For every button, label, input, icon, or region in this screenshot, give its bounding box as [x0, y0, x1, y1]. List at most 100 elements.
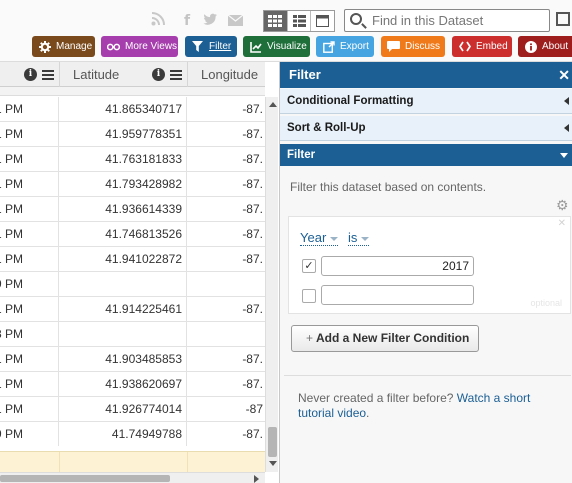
cell-time[interactable]: 1 PM — [0, 222, 59, 247]
column-divider[interactable] — [59, 62, 60, 87]
table-row[interactable]: 1 PM41.914225461-87. — [0, 297, 265, 322]
visualize-button[interactable]: Visualize — [243, 36, 310, 57]
cell-longitude[interactable] — [188, 322, 265, 347]
value-checkbox-empty[interactable] — [302, 289, 316, 303]
cell-time[interactable]: 1 PM — [0, 372, 59, 397]
cell-longitude[interactable]: -87. — [188, 372, 265, 397]
cell-latitude[interactable]: 41.903485853 — [60, 347, 187, 372]
section-filter[interactable]: Filter — [280, 144, 572, 166]
column-header-longitude[interactable]: Longitude — [201, 62, 258, 87]
table-row[interactable]: 1 PM41.936614339-87. — [0, 197, 265, 222]
horizontal-scroll-thumb[interactable] — [0, 475, 170, 482]
embed-button[interactable]: Embed — [452, 36, 512, 57]
cell-latitude[interactable]: 41.914225461 — [60, 297, 187, 322]
email-icon[interactable] — [227, 12, 243, 30]
table-view-icon[interactable] — [264, 11, 288, 31]
cell-latitude[interactable]: 41.936614339 — [60, 197, 187, 222]
cell-longitude[interactable]: -87. — [188, 422, 265, 446]
rss-icon[interactable] — [150, 12, 166, 30]
window-maximize-icon[interactable] — [556, 12, 570, 26]
add-filter-condition-button[interactable]: + Add a New Filter Condition — [291, 325, 479, 352]
cell-longitude[interactable]: -87. — [188, 147, 265, 172]
table-row[interactable]: 9 PM41.74949788-87. — [0, 422, 265, 446]
table-row[interactable]: 1 PM41.793428982-87. — [0, 172, 265, 197]
cell-longitude[interactable]: -87. — [188, 122, 265, 147]
cell-time[interactable]: 1 PM — [0, 122, 59, 147]
twitter-icon[interactable] — [202, 12, 218, 30]
search-input[interactable] — [372, 12, 544, 29]
scroll-down-arrow-icon[interactable] — [269, 461, 277, 466]
table-row[interactable]: 8 PM — [0, 322, 265, 347]
more-views-button[interactable]: More Views — [101, 36, 178, 57]
search-icon[interactable] — [350, 13, 362, 25]
table-row[interactable]: 1 PM41.865340717-87. — [0, 97, 265, 122]
table-row[interactable]: 1 PM41.941022872-87. — [0, 247, 265, 272]
cell-time[interactable]: 9 PM — [0, 272, 59, 297]
cell-latitude[interactable]: 41.746813526 — [60, 222, 187, 247]
column-menu-icon[interactable] — [170, 70, 182, 80]
cell-longitude[interactable]: -87. — [188, 97, 265, 122]
export-button[interactable]: Export — [316, 36, 374, 57]
section-sort-rollup[interactable]: Sort & Roll-Up — [280, 116, 572, 141]
list-view-icon[interactable] — [288, 11, 312, 31]
cell-latitude[interactable]: 41.763181833 — [60, 147, 187, 172]
column-menu-icon[interactable] — [42, 70, 54, 80]
value-input-empty[interactable] — [321, 285, 474, 305]
cell-time[interactable]: 1 PM — [0, 347, 59, 372]
cell-latitude[interactable] — [60, 272, 187, 297]
cell-time[interactable]: 1 PM — [0, 172, 59, 197]
table-row[interactable]: 1 PM41.763181833-87. — [0, 147, 265, 172]
cell-latitude[interactable]: 41.938620697 — [60, 372, 187, 397]
scroll-up-arrow-icon[interactable] — [269, 102, 277, 107]
cell-longitude[interactable]: -87. — [188, 347, 265, 372]
operator-dropdown[interactable]: is — [348, 230, 370, 246]
cell-longitude[interactable] — [188, 272, 265, 297]
column-divider[interactable] — [187, 62, 188, 87]
page-view-icon[interactable] — [311, 11, 334, 31]
cell-longitude[interactable]: -87. — [188, 222, 265, 247]
gear-icon[interactable]: ⚙ — [556, 197, 569, 214]
cell-time[interactable]: 8 PM — [0, 322, 59, 347]
column-header-latitude[interactable]: Latitude — [73, 62, 119, 87]
column-dropdown[interactable]: Year — [300, 230, 339, 246]
table-row[interactable]: 1 PM41.938620697-87. — [0, 372, 265, 397]
value-checkbox[interactable]: ✓ — [302, 259, 316, 273]
cell-latitude[interactable]: 41.793428982 — [60, 172, 187, 197]
close-icon[interactable]: ✕ — [558, 62, 570, 88]
cell-latitude[interactable]: 41.959778351 — [60, 122, 187, 147]
column-info-icon[interactable]: i — [24, 68, 37, 81]
cell-time[interactable]: 1 PM — [0, 147, 59, 172]
cell-time[interactable]: 1 PM — [0, 397, 59, 422]
filter-button[interactable]: Filter — [185, 36, 237, 57]
cell-longitude[interactable]: -87. — [188, 297, 265, 322]
cell-longitude[interactable]: -87. — [188, 197, 265, 222]
manage-button[interactable]: Manage — [32, 36, 95, 57]
about-button[interactable]: About — [518, 36, 572, 57]
value-input[interactable]: 2017 — [321, 256, 474, 276]
cell-time[interactable]: 1 PM — [0, 97, 59, 122]
vertical-scrollbar[interactable] — [265, 97, 278, 472]
cell-longitude[interactable]: -87. — [188, 247, 265, 272]
table-row[interactable]: 9 PM — [0, 272, 265, 297]
cell-time[interactable]: 1 PM — [0, 197, 59, 222]
remove-condition-icon[interactable]: ✕ — [558, 218, 566, 229]
cell-time[interactable]: 9 PM — [0, 422, 59, 446]
vertical-scroll-thumb[interactable] — [268, 427, 277, 457]
cell-latitude[interactable]: 41.941022872 — [60, 247, 187, 272]
cell-latitude[interactable]: 41.865340717 — [60, 97, 187, 122]
table-row[interactable]: 1 PM41.903485853-87. — [0, 347, 265, 372]
table-row[interactable]: 1 PM41.746813526-87. — [0, 222, 265, 247]
facebook-icon[interactable]: f — [181, 12, 193, 30]
cell-longitude[interactable]: -87 — [188, 397, 265, 422]
cell-latitude[interactable] — [60, 322, 187, 347]
cell-longitude[interactable]: -87. — [188, 172, 265, 197]
table-row[interactable]: 1 PM41.959778351-87. — [0, 122, 265, 147]
cell-time[interactable]: 1 PM — [0, 247, 59, 272]
scroll-right-arrow-icon[interactable] — [254, 475, 259, 483]
section-conditional-formatting[interactable]: Conditional Formatting — [280, 89, 572, 114]
cell-time[interactable]: 1 PM — [0, 297, 59, 322]
discuss-button[interactable]: Discuss — [381, 36, 445, 57]
cell-latitude[interactable]: 41.926774014 — [60, 397, 187, 422]
column-info-icon[interactable]: i — [152, 68, 165, 81]
table-row[interactable]: 1 PM41.926774014-87 — [0, 397, 265, 422]
